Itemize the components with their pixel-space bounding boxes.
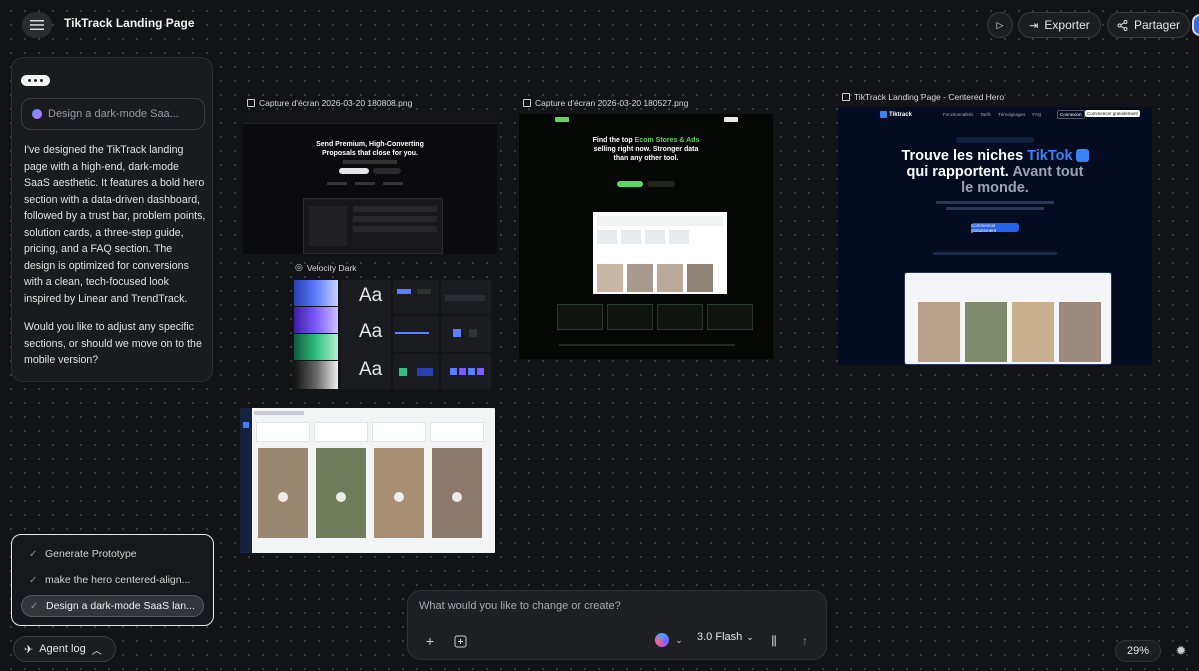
message-paragraph: Would you like to adjust any specific se… — [24, 321, 202, 366]
zoom-level[interactable]: 29% — [1115, 640, 1161, 662]
frame-label[interactable]: Capture d'écran 2026-03-20 180808.png — [247, 98, 412, 108]
hero-headline-dim: Avant tout — [1012, 164, 1084, 180]
model-logo-icon[interactable] — [655, 633, 669, 647]
export-button[interactable]: ⇥ Exporter — [1018, 12, 1101, 38]
suggestion-label: Design a dark-mode SaaS lan... — [46, 600, 195, 612]
theme-toggle-icon[interactable]: ✹ — [1171, 641, 1191, 661]
frame-headline-accent: Ecom Stores & Ads — [634, 137, 700, 144]
check-icon: ✓ — [29, 548, 38, 560]
menu-button[interactable] — [22, 12, 52, 38]
pin-icon: ✈ — [24, 643, 34, 656]
export-icon: ⇥ — [1029, 19, 1039, 32]
composer: What would you like to change or create?… — [407, 590, 827, 660]
more-icon[interactable] — [21, 75, 50, 86]
prompt-chip[interactable]: Design a dark-mode Saa... — [21, 98, 205, 130]
agent-log-label: Agent log — [39, 643, 86, 655]
frame-headline: Find the top — [592, 137, 635, 144]
suggestion-label: Generate Prototype — [45, 548, 137, 560]
screenshot-frame[interactable]: Find the top Ecom Stores & Ads selling r… — [519, 114, 773, 359]
agent-log-button[interactable]: ✈ Agent log ︿ — [13, 636, 116, 662]
frame-label-text: Velocity Dark — [306, 262, 357, 273]
suggestions-panel: ✓ Generate Prototype ✓ make the hero cen… — [11, 534, 214, 626]
nav-item[interactable]: Témoignages — [998, 112, 1025, 117]
export-label: Exporter — [1044, 18, 1090, 32]
nav-item[interactable]: Fonctionnalités — [943, 112, 973, 117]
typography-sample: Aa — [359, 285, 383, 306]
nav-item[interactable]: Tarifs — [980, 112, 991, 117]
login-button[interactable]: Connexion — [1057, 110, 1085, 119]
project-title: TikTrack Landing Page — [64, 16, 195, 30]
chevron-down-icon[interactable]: ⌄ — [674, 635, 684, 645]
frame-label[interactable]: ◎ Velocity Dark — [295, 262, 356, 273]
play-icon: ▷ — [996, 19, 1004, 30]
frame-headline: than any other tool. — [613, 155, 679, 162]
message-paragraph: I've designed the TikTrack landing page … — [24, 144, 206, 305]
palette-icon: ◎ — [295, 262, 303, 272]
hamburger-icon — [30, 20, 44, 30]
hero-nav: Fonctionnalités Tarifs Témoignages FAQ — [943, 112, 1041, 117]
design-system-frame[interactable]: Aa Aa Aa — [293, 279, 492, 390]
hero-headline-accent: TikTok — [1027, 148, 1073, 164]
typography-sample: Aa — [359, 321, 383, 342]
share-button[interactable]: Partager — [1107, 12, 1190, 38]
check-icon: ✓ — [29, 574, 38, 586]
attach-frame-icon[interactable] — [452, 633, 468, 649]
frame-headline: Send Premium, High-Converting — [316, 141, 424, 148]
share-icon — [1117, 19, 1128, 31]
frame-label[interactable]: TikTrack Landing Page - Centered Hero — [842, 92, 1004, 102]
top-bar: TikTrack Landing Page ▷ ⇥ Exporter Parta… — [0, 0, 1199, 50]
frame-headline: selling right now. Stronger data — [593, 146, 699, 153]
brand-text: Tiktrack — [889, 111, 912, 118]
frame-label-text: TikTrack Landing Page - Centered Hero — [854, 92, 1005, 102]
send-icon[interactable]: ↑ — [797, 633, 813, 649]
frame-headline: Proposals that close for you. — [321, 150, 419, 157]
suggestion-label: make the hero centered-align... — [45, 574, 191, 586]
hero-frame[interactable]: Tiktrack Fonctionnalités Tarifs Témoigna… — [838, 107, 1152, 365]
feed-frame[interactable] — [240, 408, 495, 553]
model-label: 3.0 Flash — [697, 631, 743, 643]
frame-label-text: Capture d'écran 2026-03-20 180527.png — [535, 98, 689, 108]
suggestion-item[interactable]: ✓ Generate Prototype — [21, 543, 204, 565]
image-icon — [247, 99, 255, 107]
cta-top-button[interactable]: Commencer gratuitement — [1085, 110, 1140, 117]
hero-headline: Trouve les niches — [901, 148, 1028, 164]
model-selector[interactable]: 3.0 Flash ⌄ — [697, 631, 754, 643]
assistant-message: I've designed the TikTrack landing page … — [24, 142, 206, 381]
share-label: Partager — [1133, 18, 1181, 32]
prompt-chip-label: Design a dark-mode Saa... — [48, 108, 179, 120]
chevron-down-icon: ⌄ — [746, 631, 754, 642]
hero-headline-dim: le monde. — [961, 180, 1029, 196]
frame-label-text: Capture d'écran 2026-03-20 180808.png — [259, 98, 413, 108]
composer-input[interactable]: What would you like to change or create? — [419, 600, 621, 612]
frame-label[interactable]: Capture d'écran 2026-03-20 180527.png — [523, 98, 688, 108]
nav-item[interactable]: FAQ — [1032, 112, 1041, 117]
add-icon[interactable]: + — [422, 633, 438, 649]
hero-cta-button[interactable]: Commencer gratuitement — [971, 223, 1019, 233]
tiktok-icon — [1075, 149, 1089, 162]
user-prompt-icon — [32, 109, 42, 119]
avatar[interactable] — [1192, 14, 1199, 36]
image-icon — [523, 99, 531, 107]
voice-icon[interactable]: ⫼ — [766, 633, 782, 649]
screenshot-frame[interactable]: Send Premium, High-Converting Proposals … — [243, 114, 497, 254]
preview-button[interactable]: ▷ — [987, 12, 1013, 38]
suggestion-item[interactable]: ✓ Design a dark-mode SaaS lan... — [21, 595, 204, 617]
typography-sample: Aa — [359, 359, 383, 380]
brand: Tiktrack — [880, 111, 912, 118]
hero-headline: qui rapportent. — [906, 164, 1013, 180]
suggestion-item[interactable]: ✓ make the hero centered-align... — [21, 569, 204, 591]
chat-panel: Design a dark-mode Saa... I've designed … — [11, 57, 213, 382]
chevron-up-icon: ︿ — [91, 645, 102, 657]
check-icon: ✓ — [30, 600, 39, 612]
frame-icon — [842, 93, 850, 101]
